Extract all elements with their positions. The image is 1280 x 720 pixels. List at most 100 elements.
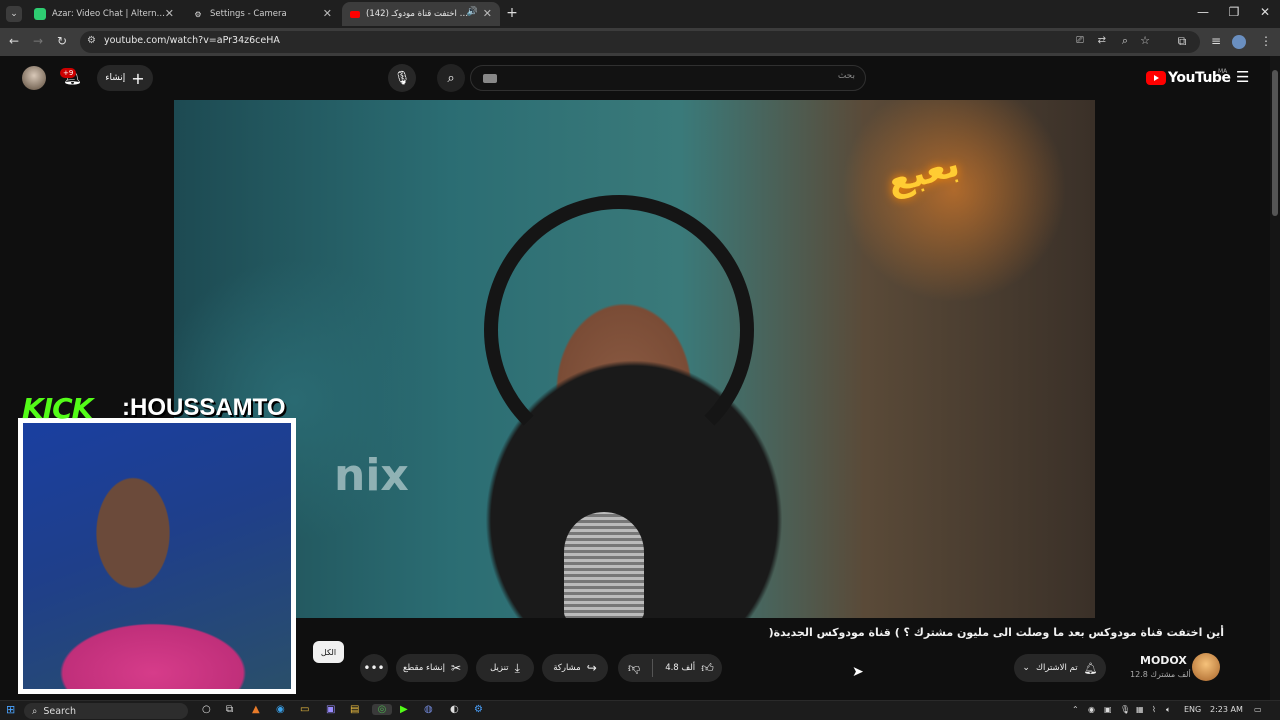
- azar-icon: [34, 8, 46, 20]
- like-icon[interactable]: 👍︎: [701, 661, 714, 676]
- tab-azar[interactable]: Azar: Video Chat | Alternative to ✕: [26, 2, 182, 26]
- region-code: MA: [1218, 68, 1228, 75]
- account-avatar[interactable]: [22, 66, 46, 90]
- like-count[interactable]: 4.8 ألف: [665, 663, 695, 673]
- hamburger-menu-icon[interactable]: ☰: [1236, 68, 1249, 86]
- obs-icon[interactable]: ◐: [450, 704, 459, 715]
- streamer-username: :HOUSSAMTO: [122, 394, 286, 421]
- address-bar[interactable]: ⚙ youtube.com/watch?v=aPr34z6ceHA ⎚ ⇄ ⌕ …: [80, 31, 1200, 53]
- speaker-icon[interactable]: 🔊: [467, 7, 478, 17]
- notifications-icon[interactable]: ▭: [1254, 705, 1262, 714]
- search-icon: ⌕: [447, 70, 455, 86]
- more-icon: •••: [363, 661, 385, 675]
- tray-network-icon[interactable]: ▦: [1136, 705, 1144, 714]
- keyboard-icon[interactable]: [483, 74, 497, 83]
- plus-icon: +: [131, 68, 145, 88]
- tab-title: Azar: Video Chat | Alternative to: [52, 9, 170, 19]
- close-icon[interactable]: ✕: [483, 7, 492, 20]
- download-button[interactable]: تنزيل ⤓: [476, 654, 534, 682]
- headphones-shape: [484, 195, 754, 465]
- menu-kebab-icon[interactable]: ⋮: [1258, 34, 1274, 48]
- divider: [652, 659, 654, 677]
- share-icon: ↪: [586, 661, 597, 675]
- subscribed-label: تم الاشتراك: [1035, 663, 1078, 673]
- chrome-icon[interactable]: ◎: [372, 704, 392, 715]
- bookmark-star-icon[interactable]: ☆: [1140, 34, 1150, 47]
- microphone-icon: 🎙︎: [393, 70, 411, 86]
- reading-list-icon[interactable]: ≡: [1208, 34, 1224, 48]
- subscribed-button[interactable]: ⌄ تم الاشتراك 🔔︎: [1014, 654, 1106, 682]
- clock[interactable]: 2:23 AM: [1210, 705, 1243, 714]
- voice-search-button[interactable]: 🎙︎: [388, 64, 416, 92]
- tray-chevron-icon[interactable]: ⌃: [1072, 705, 1079, 714]
- taskbar-search-label: Search: [43, 705, 76, 717]
- task-view-icon[interactable]: ⧉: [226, 704, 233, 715]
- scrollbar-thumb[interactable]: [1272, 70, 1278, 216]
- profile-avatar[interactable]: [1232, 35, 1246, 49]
- windows-start-icon[interactable]: ⊞: [6, 703, 15, 716]
- page-scrollbar[interactable]: [1270, 56, 1280, 702]
- translate-icon[interactable]: ⇄: [1098, 35, 1106, 46]
- webcam-feed: [23, 423, 291, 689]
- site-info-icon[interactable]: ⚙: [87, 35, 96, 46]
- share-button[interactable]: مشاركة ↪: [542, 654, 608, 682]
- channel-avatar[interactable]: [1192, 653, 1220, 681]
- cast-icon[interactable]: ⎚: [1076, 35, 1084, 46]
- bell-icon: 🔔︎: [1083, 661, 1098, 675]
- tab-youtube[interactable]: أين اختفت قناة مودوكـ (142) 🔊 ✕: [342, 2, 500, 26]
- folder-icon[interactable]: ▤: [350, 704, 359, 715]
- discord-icon[interactable]: ◍: [424, 704, 433, 715]
- download-icon: ⤓: [514, 660, 520, 675]
- premiere-icon[interactable]: ▣: [326, 704, 335, 715]
- browser-tab-strip: ⌄ Azar: Video Chat | Alternative to ✕ ⚙ …: [0, 0, 1280, 28]
- webcam-overlay: [18, 418, 296, 694]
- close-window-button[interactable]: ✕: [1250, 5, 1280, 19]
- edge-icon[interactable]: ◉: [276, 704, 285, 715]
- tray-record-icon[interactable]: ◉: [1088, 705, 1095, 714]
- create-button[interactable]: إنشاء +: [97, 65, 153, 91]
- tray-volume-icon[interactable]: 🔈︎: [1166, 705, 1171, 715]
- tab-search-icon[interactable]: ⌄: [6, 6, 22, 22]
- tray-wifi-icon[interactable]: ⌇: [1152, 705, 1156, 714]
- close-icon[interactable]: ✕: [323, 7, 332, 20]
- download-label: تنزيل: [490, 663, 509, 673]
- restore-button[interactable]: ❐: [1219, 5, 1249, 19]
- tray-mic-icon[interactable]: 🎙︎: [1120, 705, 1130, 714]
- cortana-icon[interactable]: ○: [202, 704, 211, 715]
- steam-icon[interactable]: ⚙: [474, 704, 483, 715]
- forward-icon[interactable]: →: [30, 34, 46, 48]
- vlc-icon[interactable]: ▲: [252, 704, 260, 715]
- notification-badge: +9: [60, 68, 77, 78]
- chip-all[interactable]: الكل: [313, 641, 344, 663]
- channel-name[interactable]: MODOX: [1140, 654, 1187, 667]
- more-actions-button[interactable]: •••: [360, 654, 388, 682]
- video-player[interactable]: nix بعبع: [174, 100, 1095, 618]
- search-placeholder: بحث: [837, 71, 855, 81]
- search-button[interactable]: ⌕: [437, 64, 465, 92]
- clip-button[interactable]: إنشاء مقطع ✂: [396, 654, 468, 682]
- browser-toolbar: ← → ↻ ⚙ youtube.com/watch?v=aPr34z6ceHA …: [0, 28, 1280, 56]
- taskbar-search[interactable]: ⌕ Search: [24, 703, 188, 719]
- language-indicator[interactable]: ENG: [1184, 705, 1201, 714]
- search-input[interactable]: بحث: [470, 65, 866, 91]
- tab-settings-camera[interactable]: ⚙ Settings - Camera ✕: [184, 2, 340, 26]
- share-label: مشاركة: [553, 663, 581, 673]
- streaming-app-icon[interactable]: ▶: [400, 704, 408, 715]
- tray-app-icon[interactable]: ▣: [1104, 705, 1112, 714]
- close-icon[interactable]: ✕: [165, 7, 174, 20]
- dislike-icon[interactable]: 👎︎: [628, 661, 640, 676]
- scissors-icon: ✂: [450, 661, 461, 675]
- minimize-button[interactable]: —: [1188, 5, 1218, 19]
- mouse-cursor-icon: ➤: [852, 664, 864, 680]
- back-icon[interactable]: ←: [6, 34, 22, 48]
- youtube-icon: [350, 10, 360, 18]
- reload-icon[interactable]: ↻: [54, 34, 70, 48]
- extensions-icon[interactable]: ⧉: [1174, 34, 1190, 49]
- new-tab-button[interactable]: +: [504, 5, 520, 21]
- create-label: إنشاء: [105, 73, 126, 83]
- zoom-icon[interactable]: ⌕: [1122, 34, 1128, 48]
- url-text[interactable]: youtube.com/watch?v=aPr34z6ceHA: [104, 35, 280, 46]
- youtube-header: 🔔︎ +9 إنشاء + 🎙︎ ⌕ بحث YouTube MA ☰: [0, 56, 1280, 100]
- clip-label: إنشاء مقطع: [402, 663, 445, 673]
- file-explorer-icon[interactable]: ▭: [300, 704, 309, 715]
